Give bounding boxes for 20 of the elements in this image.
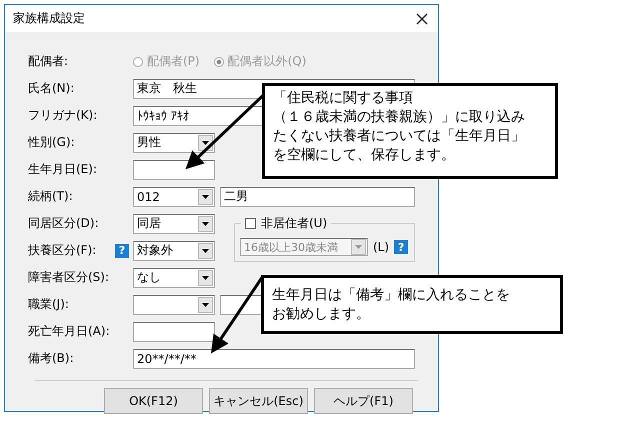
field-label: フリガナ(K):: [28, 107, 98, 124]
field-label: 備考(B):: [28, 350, 74, 367]
field-label: 障害者区分(S):: [28, 269, 110, 286]
note-line: （１６歳未満の扶養親族）」に取り込み: [273, 108, 525, 127]
field-label: 職業(J):: [28, 296, 69, 313]
field-label: 生年月日(E):: [28, 161, 97, 178]
field-label: 同居区分(D):: [28, 215, 99, 232]
field-label: 配偶者:: [28, 53, 68, 70]
note-line: たくない扶養者については「生年月日」: [273, 127, 525, 146]
window-title: 家族構成設定: [13, 10, 85, 27]
field-label: 死亡年月日(A):: [28, 323, 110, 340]
note-line: お勧めします。: [272, 305, 370, 324]
note-line: 「住民税に関する事項: [273, 89, 413, 108]
note-line: を空欄にして、保存します。: [273, 146, 455, 165]
note-line: 生年月日は「備考」欄に入れることを: [272, 286, 510, 305]
field-label: (L): [373, 240, 390, 254]
field-label: 扶養区分(F):: [28, 242, 96, 259]
field-label: 続柄(T):: [28, 188, 73, 205]
field-label: 性別(G):: [28, 134, 75, 151]
field-label: 氏名(N):: [28, 80, 74, 97]
